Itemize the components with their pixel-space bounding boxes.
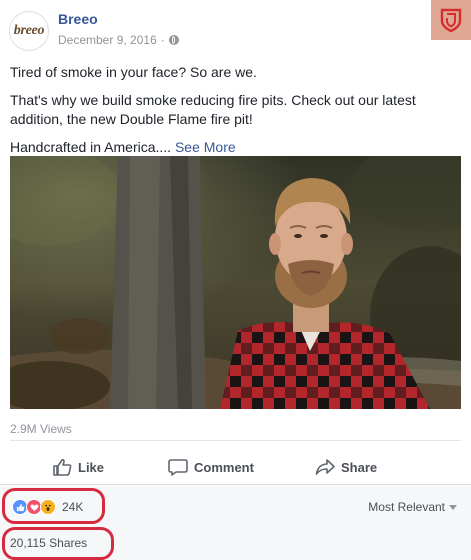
- caret-down-icon: [449, 504, 457, 510]
- share-arrow-icon: [315, 459, 335, 475]
- thumbs-up-icon: [53, 458, 72, 476]
- comment-icon: [168, 459, 188, 476]
- post-text: Tired of smoke in your face? So are we. …: [10, 63, 460, 166]
- share-button[interactable]: Share: [315, 458, 377, 476]
- share-count-link[interactable]: 20,115 Shares: [10, 536, 87, 550]
- post-date-link[interactable]: December 9, 2016: [58, 33, 157, 47]
- globe-icon: [168, 35, 179, 45]
- comment-button[interactable]: Comment: [168, 458, 254, 476]
- post-paragraph: That's why we build smoke reducing fire …: [10, 92, 416, 127]
- brand-badge-icon: [431, 0, 471, 40]
- meta-separator: ·: [160, 33, 165, 47]
- divider: [0, 484, 471, 485]
- wow-reaction-icon: [40, 499, 56, 515]
- truncated-text: Handcrafted in America....: [10, 139, 175, 155]
- reaction-count[interactable]: 24K: [62, 500, 83, 514]
- see-more-link[interactable]: See More: [175, 139, 236, 155]
- facebook-post: breeo Breeo December 9, 2016 · Tired of …: [0, 0, 471, 560]
- shield-logo-icon: [440, 8, 462, 32]
- divider: [10, 440, 461, 441]
- sort-label: Most Relevant: [368, 500, 445, 514]
- like-label: Like: [78, 459, 105, 475]
- breeo-logo: breeo: [13, 23, 45, 38]
- share-label: Share: [341, 459, 378, 475]
- reaction-icons[interactable]: [12, 499, 56, 515]
- post-paragraph-truncated: Handcrafted in America.... See More: [10, 138, 460, 157]
- video-view-count: 2.9M Views: [10, 422, 72, 436]
- comment-sort-dropdown[interactable]: Most Relevant: [368, 500, 457, 514]
- post-paragraph: Tired of smoke in your face? So are we.: [10, 64, 257, 80]
- comment-label: Comment: [194, 459, 254, 475]
- page-avatar[interactable]: breeo: [9, 11, 49, 51]
- like-button[interactable]: Like: [52, 458, 104, 476]
- post-meta: December 9, 2016 ·: [58, 33, 179, 47]
- video-frame: [10, 156, 461, 409]
- page-name-link[interactable]: Breeo: [58, 11, 98, 27]
- video-player[interactable]: [10, 156, 461, 409]
